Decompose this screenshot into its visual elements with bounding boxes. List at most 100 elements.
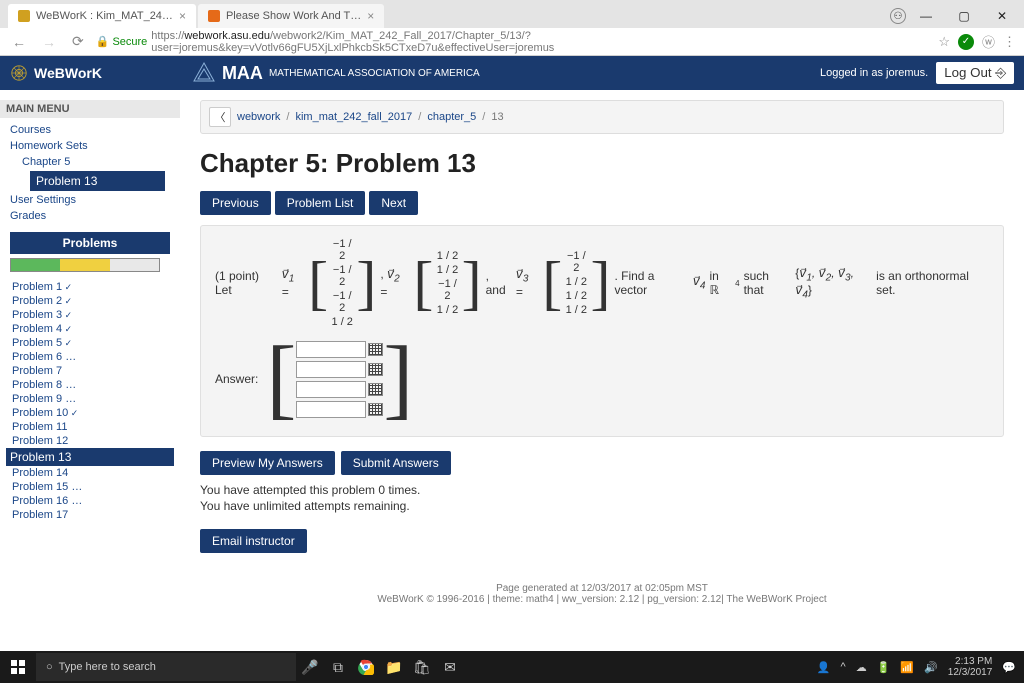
breadcrumb-back-button[interactable]: 〈 (209, 107, 231, 127)
sidebar: MAIN MENU Courses Homework Sets Chapter … (0, 90, 180, 615)
problem-link[interactable]: Problem 15 (10, 480, 170, 494)
problem-body: (1 point) Let v⃗1 = [−1 / 2−1 / 2−1 / 21… (200, 225, 1004, 437)
equation-editor-icon[interactable] (368, 403, 383, 416)
problem-link[interactable]: Problem 4 (10, 322, 170, 336)
find-text-a: . Find a vector (614, 269, 688, 297)
email-instructor-button[interactable]: Email instructor (200, 529, 307, 553)
webwork-logo[interactable]: WeBWorK (10, 64, 102, 82)
onedrive-icon[interactable]: ☁ (856, 661, 867, 674)
problem-link[interactable]: Problem 12 (10, 434, 170, 448)
url-field[interactable]: 🔒 Secure https://webwork.asu.edu/webwork… (96, 30, 931, 54)
forward-button[interactable]: → (38, 34, 60, 50)
problem-link[interactable]: Problem 11 (10, 420, 170, 434)
nav-grades[interactable]: Grades (10, 208, 170, 224)
user-icon[interactable]: ⚇ (890, 8, 906, 24)
lock-icon: 🔒 (96, 35, 110, 48)
and-text: , and (486, 269, 512, 297)
wifi-icon[interactable]: 📶 (900, 661, 914, 674)
windows-taskbar: ○ Type here to search 🎤 ⧉ 📁 🛍 ✉ 👤 ^ ☁ 🔋 … (0, 651, 1024, 683)
maa-brand: MAA (222, 63, 263, 84)
attempts-remaining: You have unlimited attempts remaining. (200, 499, 1004, 513)
answer-input-4[interactable] (296, 401, 366, 418)
task-view-icon[interactable]: ⧉ (324, 653, 352, 681)
submit-answers-button[interactable]: Submit Answers (341, 451, 451, 475)
equation-editor-icon[interactable] (368, 343, 383, 356)
problem-link[interactable]: Problem 16 (10, 494, 170, 508)
equation-editor-icon[interactable] (368, 363, 383, 376)
problem-link[interactable]: Problem 9 (10, 392, 170, 406)
maa-icon (192, 61, 216, 85)
answer-input-2[interactable] (296, 361, 366, 378)
bc-webwork[interactable]: webwork (237, 111, 280, 123)
volume-icon[interactable]: 🔊 (924, 661, 938, 674)
problem-link[interactable]: Problem 1 (10, 280, 170, 294)
attempts-count: You have attempted this problem 0 times. (200, 483, 1004, 497)
battery-icon[interactable]: 🔋 (877, 661, 891, 674)
tray-expand-icon[interactable]: ^ (841, 661, 846, 673)
notifications-icon[interactable]: 💬 (1002, 661, 1016, 674)
clock[interactable]: 2:13 PM 12/3/2017 (948, 656, 993, 678)
browser-tab-chegg[interactable]: Please Show Work And T… × (198, 4, 384, 28)
nav-chapter[interactable]: Chapter 5 (10, 154, 170, 170)
problem-link[interactable]: Problem 7 (10, 364, 170, 378)
main-content: 〈 webwork/ kim_mat_242_fall_2017/ chapte… (180, 90, 1024, 615)
close-window-button[interactable]: ✕ (984, 4, 1020, 28)
problem-link[interactable]: Problem 2 (10, 294, 170, 308)
points-label: (1 point) Let (215, 269, 278, 297)
search-placeholder: Type here to search (59, 661, 156, 673)
find-text-b: in ℝ (709, 269, 731, 297)
footer-generated: Page generated at 12/03/2017 at 02:05pm … (200, 583, 1004, 594)
start-button[interactable] (0, 651, 36, 683)
problems-header: Problems (10, 232, 170, 254)
back-button[interactable]: ← (8, 34, 30, 50)
tab-close-icon[interactable]: × (179, 9, 186, 23)
reload-button[interactable]: ⟳ (68, 33, 88, 50)
problem-link[interactable]: Problem 10 (10, 406, 170, 420)
store-icon[interactable]: 🛍 (408, 653, 436, 681)
file-explorer-icon[interactable]: 📁 (380, 653, 408, 681)
maximize-button[interactable]: ▢ (946, 4, 982, 28)
check-icon[interactable]: ✓ (958, 34, 974, 50)
problem-link[interactable]: Problem 14 (10, 466, 170, 480)
bc-chapter[interactable]: chapter_5 (427, 111, 476, 123)
star-icon[interactable]: ☆ (938, 34, 950, 50)
logout-button[interactable]: Log Out ⎆ (936, 62, 1014, 84)
find-text-d: is an orthonormal set. (876, 269, 989, 297)
nav-current-problem[interactable]: Problem 13 (30, 171, 165, 191)
preview-answers-button[interactable]: Preview My Answers (200, 451, 335, 475)
problem-link[interactable]: Problem 17 (10, 508, 170, 522)
problem-link[interactable]: Problem 13 (6, 448, 174, 466)
answer-input-3[interactable] (296, 381, 366, 398)
extension-icon[interactable]: ⓦ (982, 32, 995, 51)
previous-button[interactable]: Previous (200, 191, 271, 215)
bc-course[interactable]: kim_mat_242_fall_2017 (295, 111, 412, 123)
breadcrumb: 〈 webwork/ kim_mat_242_fall_2017/ chapte… (200, 100, 1004, 134)
nav-courses[interactable]: Courses (10, 122, 170, 138)
problem-link[interactable]: Problem 5 (10, 336, 170, 350)
progress-bar (10, 258, 160, 272)
nav-user-settings[interactable]: User Settings (10, 192, 170, 208)
menu-icon[interactable]: ⋮ (1003, 34, 1016, 50)
browser-tab-webwork[interactable]: WeBWorK : Kim_MAT_24… × (8, 4, 196, 28)
mic-icon[interactable]: 🎤 (296, 653, 324, 681)
people-icon[interactable]: 👤 (817, 661, 831, 674)
login-status: Logged in as joremus. (820, 67, 928, 79)
mail-icon[interactable]: ✉ (436, 653, 464, 681)
url-text: https://webwork.asu.edu/webwork2/Kim_MAT… (151, 30, 930, 54)
answer-input-1[interactable] (296, 341, 366, 358)
minimize-button[interactable]: — (908, 4, 944, 28)
chrome-icon[interactable] (352, 653, 380, 681)
nav-homework-sets[interactable]: Homework Sets (10, 138, 170, 154)
secure-badge: 🔒 Secure (96, 35, 148, 48)
tab-close-icon[interactable]: × (367, 9, 374, 23)
equation-editor-icon[interactable] (368, 383, 383, 396)
taskbar-search[interactable]: ○ Type here to search (36, 653, 296, 681)
problem-link[interactable]: Problem 8 (10, 378, 170, 392)
problem-list-button[interactable]: Problem List (275, 191, 366, 215)
problem-link[interactable]: Problem 3 (10, 308, 170, 322)
address-bar: ← → ⟳ 🔒 Secure https://webwork.asu.edu/w… (0, 28, 1024, 56)
tab-title: Please Show Work And T… (226, 10, 361, 22)
problem-link[interactable]: Problem 6 (10, 350, 170, 364)
next-button[interactable]: Next (369, 191, 418, 215)
maa-logo: MAA MATHEMATICAL ASSOCIATION OF AMERICA (192, 61, 480, 85)
